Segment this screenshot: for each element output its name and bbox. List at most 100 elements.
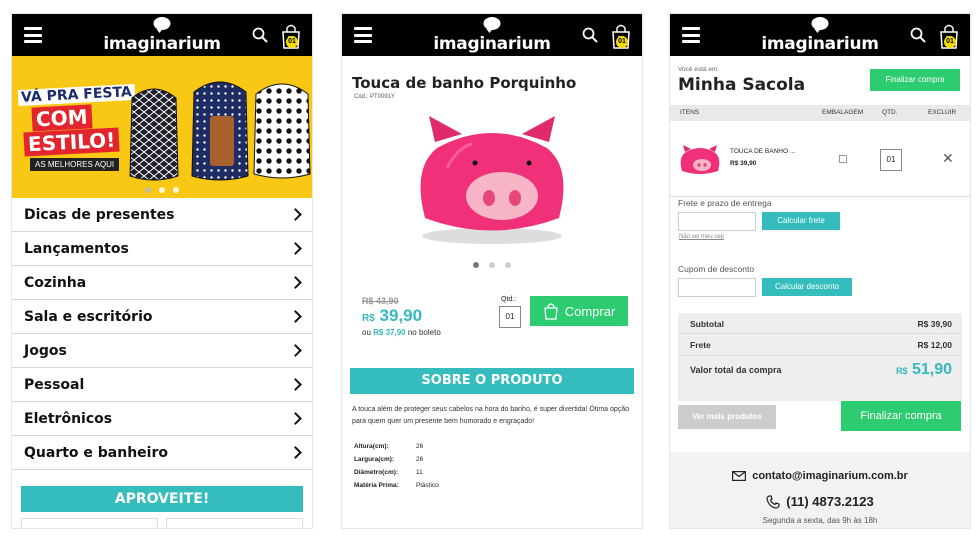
envelope-icon bbox=[732, 471, 747, 481]
spec-row: Matéria Prima: Plástico bbox=[354, 479, 642, 492]
menu-item-sala[interactable]: Sala e escritório bbox=[12, 300, 312, 334]
quantity-input[interactable]: 01 bbox=[499, 306, 521, 328]
cart-item-image[interactable] bbox=[678, 143, 722, 177]
carousel-dot[interactable] bbox=[173, 187, 179, 193]
menu-item-pessoal[interactable]: Pessoal bbox=[12, 368, 312, 402]
banner-line-4: AS MELHORES AQUI bbox=[30, 158, 120, 171]
cart-count-badge: 01 bbox=[944, 36, 956, 48]
menu-item-jogos[interactable]: Jogos bbox=[12, 334, 312, 368]
top-bar: imaginarium 01 bbox=[670, 14, 970, 56]
banner-line-3: ESTILO! bbox=[23, 127, 120, 157]
calculate-shipping-button[interactable]: Calcular frete bbox=[762, 212, 840, 230]
carousel-dot[interactable] bbox=[145, 187, 151, 193]
spec-row: Largura(cm): 26 bbox=[354, 453, 642, 466]
aproveite-banner[interactable]: APROVEITE! bbox=[21, 486, 303, 512]
gift-wrap-checkbox[interactable] bbox=[839, 155, 847, 163]
hamburger-menu-icon[interactable] bbox=[24, 27, 42, 43]
carousel-dot[interactable] bbox=[489, 262, 495, 268]
promo-banner[interactable]: VÁ PRA FESTA COM ESTILO! AS MELHORES AQU… bbox=[12, 56, 312, 198]
banner-headline: VÁ PRA FESTA COM ESTILO! AS MELHORES AQU… bbox=[17, 83, 136, 172]
search-icon[interactable] bbox=[582, 27, 598, 43]
shopping-bag-icon[interactable]: 01 bbox=[938, 20, 960, 50]
logo[interactable]: imaginarium bbox=[103, 34, 221, 54]
coupon-label: Cupom de desconto bbox=[678, 264, 755, 274]
cep-help-link[interactable]: Não sei meu cep bbox=[679, 234, 724, 240]
product-card[interactable] bbox=[166, 518, 303, 528]
chevron-right-icon bbox=[289, 378, 302, 391]
product-detail-screen: imaginarium 01 Touca de banho Porquinho … bbox=[342, 14, 642, 528]
menu-item-cozinha[interactable]: Cozinha bbox=[12, 266, 312, 300]
carousel-dot[interactable] bbox=[473, 262, 479, 268]
contact-phone-row[interactable]: (11) 4873.2123 bbox=[670, 494, 970, 509]
product-specs: Altura(cm): 26 Largura(cm): 26 Diâmetro(cm… bbox=[354, 440, 642, 492]
cart-item-row: TOUCA DE BANHO ... R$ 39,90 01 ✕ bbox=[670, 121, 970, 197]
shipping-cost-value: R$ 12,00 bbox=[917, 340, 953, 350]
hamburger-menu-icon[interactable] bbox=[354, 27, 372, 43]
carousel-dot[interactable] bbox=[505, 262, 511, 268]
cart-count-badge: 01 bbox=[286, 36, 298, 48]
product-image[interactable] bbox=[407, 108, 577, 248]
menu-item-quarto[interactable]: Quarto e banheiro bbox=[12, 436, 312, 470]
menu-item-lancamentos[interactable]: Lançamentos bbox=[12, 232, 312, 266]
boleto-value: R$ 37,90 bbox=[373, 328, 406, 337]
search-icon[interactable] bbox=[910, 27, 926, 43]
phone-icon bbox=[766, 494, 780, 509]
shopping-bag-icon bbox=[543, 303, 558, 320]
buy-button[interactable]: Comprar bbox=[530, 296, 628, 326]
contact-footer: contato@imaginarium.com.br (11) 4873.212… bbox=[670, 452, 970, 528]
boleto-price: ou R$ 37,90 no boleto bbox=[362, 328, 441, 337]
cart-count-badge: 01 bbox=[616, 36, 628, 48]
carousel-dot[interactable] bbox=[159, 187, 165, 193]
calculate-discount-button[interactable]: Calcular desconto bbox=[762, 278, 852, 296]
remove-item-icon[interactable]: ✕ bbox=[942, 150, 954, 167]
menu-item-label: Dicas de presentes bbox=[24, 206, 175, 223]
logo[interactable]: imaginarium bbox=[433, 34, 551, 54]
cart-table-header: ITENS EMBALAGEM QTD. EXCLUIR bbox=[670, 105, 970, 121]
logo-bubble-icon bbox=[153, 17, 171, 33]
coupon-input[interactable] bbox=[678, 278, 756, 297]
shipping-row: Frete R$ 12,00 bbox=[690, 340, 952, 350]
search-icon[interactable] bbox=[252, 27, 268, 43]
logo[interactable]: imaginarium bbox=[761, 34, 879, 54]
cart-item-name[interactable]: TOUCA DE BANHO ... bbox=[730, 148, 795, 155]
chevron-right-icon bbox=[289, 276, 302, 289]
chevron-right-icon bbox=[289, 310, 302, 323]
current-price: R$ 39,90 bbox=[362, 306, 422, 326]
about-product-header[interactable]: SOBRE O PRODUTO bbox=[350, 368, 634, 394]
checkout-button-bottom[interactable]: Finalizar compra bbox=[841, 401, 961, 431]
cep-input[interactable] bbox=[678, 212, 756, 231]
more-products-button[interactable]: Ver mais produtos bbox=[678, 405, 776, 429]
total-currency: R$ bbox=[895, 366, 908, 376]
menu-item-eletronicos[interactable]: Eletrônicos bbox=[12, 402, 312, 436]
shipping-cost-label: Frete bbox=[690, 340, 711, 350]
home-menu-screen: imaginarium 01 VÁ PRA FESTA COM ESTILO! … bbox=[12, 14, 312, 528]
cart-screen: imaginarium 01 Você está em Minha Sacola… bbox=[670, 14, 970, 528]
shopping-bag-icon[interactable]: 01 bbox=[280, 20, 302, 50]
menu-item-label: Pessoal bbox=[24, 376, 85, 393]
menu-item-label: Sala e escritório bbox=[24, 308, 153, 325]
subtotal-row: Subtotal R$ 39,90 bbox=[690, 319, 952, 329]
quantity-label: Qtd.: bbox=[501, 296, 517, 303]
product-title: Touca de banho Porquinho bbox=[352, 74, 577, 92]
spec-name: Largura(cm): bbox=[354, 456, 395, 463]
shopping-bag-icon[interactable]: 01 bbox=[610, 20, 632, 50]
menu-item-label: Quarto e banheiro bbox=[24, 444, 168, 461]
menu-item-dicas[interactable]: Dicas de presentes bbox=[12, 198, 312, 232]
order-summary: Subtotal R$ 39,90 Frete R$ 12,00 Valor tot… bbox=[678, 313, 962, 401]
subtotal-value: R$ 39,90 bbox=[917, 319, 953, 329]
price-area: R$ 43,90 R$ 39,90 ou R$ 37,90 no boleto … bbox=[342, 296, 642, 346]
header-itens: ITENS bbox=[680, 109, 700, 116]
checkout-button-top[interactable]: Finalizar compra bbox=[870, 69, 960, 91]
cart-item-price: R$ 39,90 bbox=[730, 160, 757, 167]
chevron-right-icon bbox=[289, 208, 302, 221]
spec-name: Diâmetro(cm): bbox=[354, 469, 399, 476]
total-value: R$ 51,90 bbox=[896, 361, 952, 379]
cart-item-quantity[interactable]: 01 bbox=[880, 149, 902, 171]
contact-email-row[interactable]: contato@imaginarium.com.br bbox=[670, 470, 970, 482]
spec-row: Diâmetro(cm): 11 bbox=[354, 466, 642, 479]
hamburger-menu-icon[interactable] bbox=[682, 27, 700, 43]
backpacks-image bbox=[129, 81, 311, 181]
product-description: A touca além de proteger seus cabelos na… bbox=[352, 406, 630, 425]
contact-phone: (11) 4873.2123 bbox=[786, 494, 874, 509]
product-card[interactable] bbox=[21, 518, 158, 528]
